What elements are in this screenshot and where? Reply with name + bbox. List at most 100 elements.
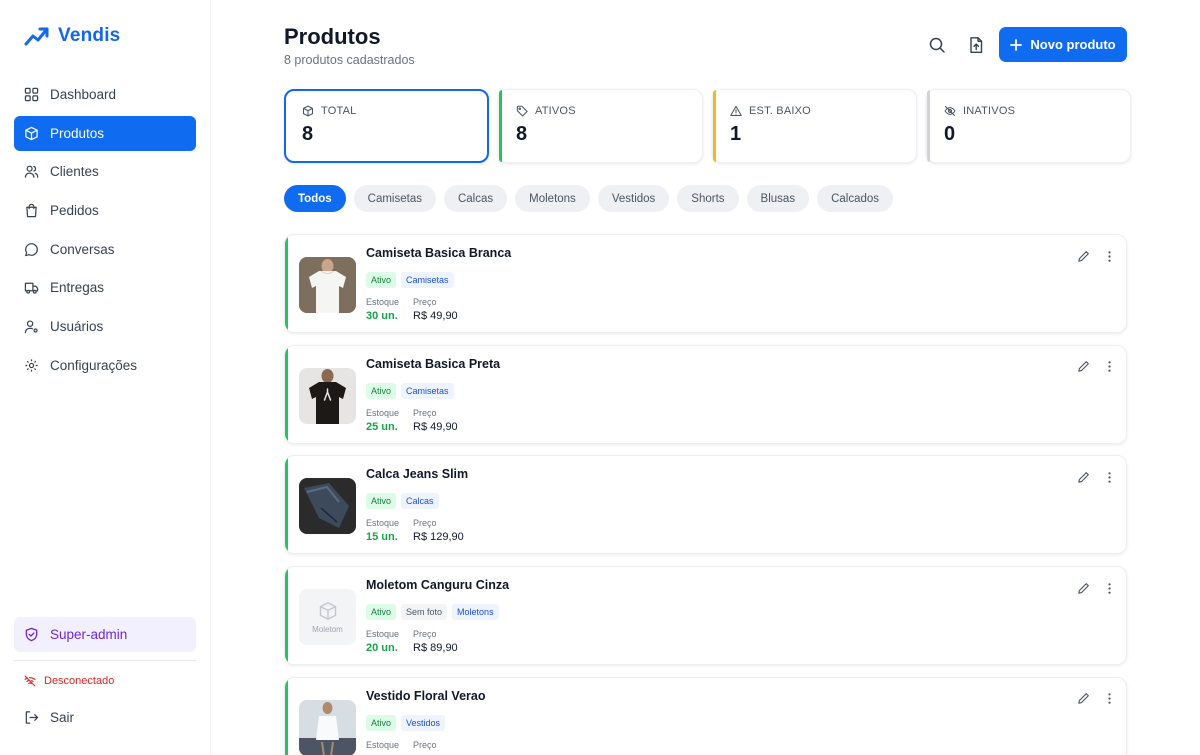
edit-button[interactable] [1076,692,1090,706]
product-name: Calca Jeans Slim [366,467,469,482]
category-badge: Camisetas [401,272,454,288]
sidebar-item-super-admin[interactable]: Super-admin [14,617,196,652]
filter-chip-todos[interactable]: Todos [284,185,346,212]
sidebar-item-label: Entregas [50,280,105,296]
more-options-button[interactable] [1102,470,1116,484]
sidebar-item-entregas[interactable]: Entregas [14,270,196,305]
stat-label: ATIVOS [535,105,576,117]
category-badge: Calcas [401,493,439,510]
stat-card-inativos[interactable]: INATIVOS 0 [926,89,1131,163]
brand-logo[interactable]: Vendis [24,25,120,47]
more-options-button[interactable] [1102,360,1116,374]
product-thumbnail [299,367,356,424]
product-thumbnail [299,478,356,535]
stock-value: 20 un. [366,642,398,655]
search-icon [929,37,945,53]
product-thumbnail-placeholder: Moletom [299,589,356,646]
stat-accent-bar [499,90,502,162]
sidebar-item-label: Configurações [50,357,138,373]
new-product-button[interactable]: Novo produto [999,27,1127,62]
category-filters: Todos Camisetas Calcas Moletons Vestidos… [284,185,894,212]
edit-button[interactable] [1076,470,1090,484]
filter-chip-calcas[interactable]: Calcas [443,185,508,212]
pencil-icon [1077,693,1089,704]
stock-label: Estoque [366,518,400,529]
wifi-off-icon [24,675,36,687]
sidebar-item-configuracoes[interactable]: Configurações [14,348,196,383]
import-button[interactable] [964,33,988,57]
sidebar-item-usuarios[interactable]: Usuários [14,309,196,344]
product-card[interactable]: Calca Jeans Slim Ativo Calcas Estoque 15 … [284,455,1127,555]
sidebar-item-label: Conversas [50,241,115,257]
stat-card-ativos[interactable]: ATIVOS 8 [498,89,703,163]
filter-chip-calcados[interactable]: Calcados [817,185,894,212]
stat-value: 8 [302,123,314,145]
main-content: Produtos 8 produtos cadastrados Novo pro… [211,0,1200,755]
price-value: R$ 49,90 [413,420,458,433]
stock-value: 25 un. [366,420,398,433]
filter-chip-camisetas[interactable]: Camisetas [353,185,436,212]
more-options-button[interactable] [1102,692,1116,706]
stat-card-total[interactable]: TOTAL 8 [284,89,489,163]
users-icon [24,166,39,179]
kebab-menu-icon [1107,361,1111,372]
box-icon [25,126,38,140]
sidebar-divider [14,660,196,661]
floral-dress-image [299,699,356,755]
stat-accent-bar [713,90,716,162]
category-badge: Camisetas [401,382,454,399]
sidebar-item-label: Dashboard [50,87,117,102]
sidebar-item-produtos[interactable]: Produtos [14,115,196,151]
shield-icon [25,627,38,642]
filter-chip-shorts[interactable]: Shorts [677,185,739,212]
box-icon [302,105,314,117]
edit-button[interactable] [1076,360,1090,374]
page-title: Produtos [284,24,381,49]
price-label: Preço [413,518,437,529]
pencil-icon [1077,471,1089,483]
sidebar-item-conversas[interactable]: Conversas [14,232,196,267]
product-card[interactable]: Camiseta Basica Preta Ativo Camisetas Es… [284,344,1127,444]
stat-card-est-baixo[interactable]: EST. BAIXO 1 [712,89,917,163]
page-subtitle: 8 produtos cadastrados [284,53,415,67]
sidebar-item-dashboard[interactable]: Dashboard [14,77,196,112]
filter-chip-blusas[interactable]: Blusas [746,185,810,212]
search-button[interactable] [925,33,949,57]
filter-chip-moletons[interactable]: Moletons [515,185,590,212]
edit-button[interactable] [1076,581,1090,595]
status-accent-bar [285,677,288,755]
price-label: Preço [413,739,437,750]
more-options-button[interactable] [1102,249,1116,263]
product-name: Camiseta Basica Preta [366,356,501,371]
category-badge: Moletons [452,604,499,621]
super-admin-label: Super-admin [50,627,128,642]
price-value: R$ 129,90 [413,531,464,544]
logout-icon [25,710,39,724]
pencil-icon [1077,582,1089,594]
kebab-menu-icon [1107,582,1111,594]
grid-icon [24,87,39,102]
product-name: Moletom Canguru Cinza [366,578,510,593]
sidebar-item-label: Usuários [50,319,104,335]
product-card[interactable]: Camiseta Basica Branca Ativo Camisetas E… [284,234,1127,333]
kebab-menu-icon [1107,472,1111,483]
logout-button[interactable]: Sair [14,701,196,733]
product-card[interactable]: Vestido Floral Verao Ativo Vestidos Esto… [284,676,1127,755]
edit-button[interactable] [1076,249,1090,263]
chat-icon [25,242,38,256]
status-badge: Ativo [366,272,397,288]
filter-chip-vestidos[interactable]: Vestidos [597,185,670,212]
sidebar-item-clientes[interactable]: Clientes [14,154,196,189]
eye-off-icon [944,105,956,117]
pencil-icon [1077,250,1089,262]
more-options-button[interactable] [1102,581,1116,595]
jeans-image [299,478,356,535]
product-card[interactable]: Moletom Moletom Canguru Cinza Ativo Sem … [284,566,1127,666]
product-list: Camiseta Basica Branca Ativo Camisetas E… [284,234,1127,755]
sidebar-item-pedidos[interactable]: Pedidos [14,193,196,228]
tag-icon [516,105,528,117]
stock-label: Estoque [366,739,400,750]
status-badge: Ativo [366,493,397,510]
trend-up-icon [24,27,49,46]
brand-name: Vendis [58,25,121,46]
